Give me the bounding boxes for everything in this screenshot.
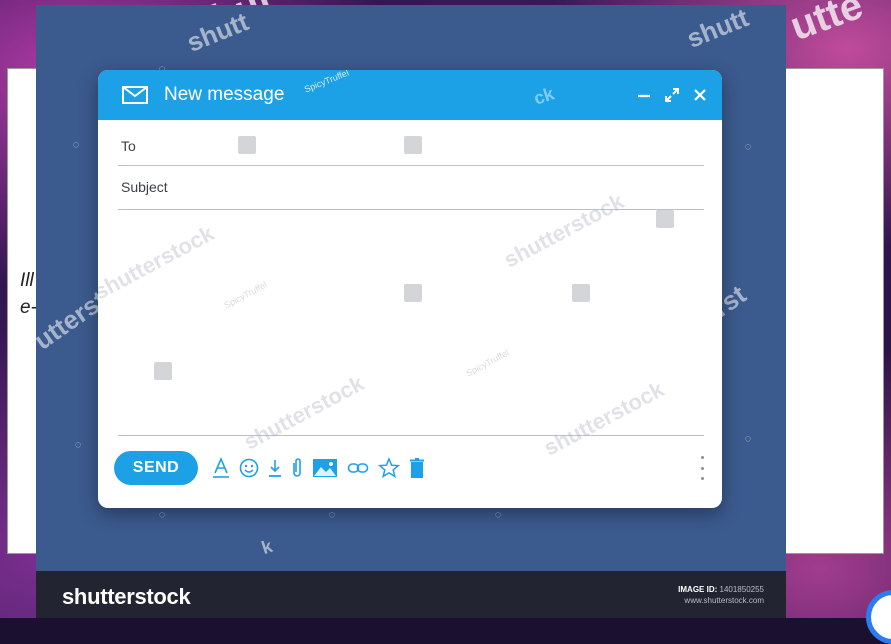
card-text-line: Ill <box>20 270 34 291</box>
image-id-value: 1401850255 <box>719 585 765 594</box>
watermark-thumb <box>404 284 422 302</box>
more-options-icon[interactable] <box>696 456 708 480</box>
attachment-icon[interactable] <box>291 456 303 480</box>
watermark-thumb <box>656 210 674 228</box>
message-body[interactable]: SpicyTruffel SpicyTruffel shutterstock s… <box>98 189 704 461</box>
link-icon[interactable] <box>347 456 369 480</box>
watermark-dot: ◌ <box>494 509 502 521</box>
watermark-thumb <box>572 284 590 302</box>
new-message-window: New message SpicyTruffel ck To Subject S… <box>98 70 722 508</box>
watermark-dot: ◌ <box>744 433 752 445</box>
compose-toolbar: SEND <box>114 450 708 486</box>
watermark-dot: ◌ <box>72 139 80 151</box>
stock-footer: shutterstock IMAGE ID: 1401850255 www.sh… <box>36 571 786 618</box>
download-icon[interactable] <box>268 456 282 480</box>
watermark-dot: ◌ <box>74 439 82 451</box>
expand-icon[interactable] <box>664 87 680 103</box>
watermark-thumb <box>238 136 256 154</box>
body-watermark: shutterstock <box>98 220 218 305</box>
watermark-dot: ◌ <box>158 509 166 521</box>
card-text: Ill e- <box>20 267 37 321</box>
image-id-label: IMAGE ID: <box>678 585 718 594</box>
panel-watermark: shutt <box>182 6 253 58</box>
site-url: www.shutterstock.com <box>684 596 764 605</box>
header-watermark: ck <box>531 83 557 109</box>
compose-title: New message <box>164 84 285 105</box>
text-format-icon[interactable] <box>212 456 230 480</box>
brand-logo: shutterstock <box>62 584 191 609</box>
close-icon[interactable] <box>692 87 708 103</box>
emoji-icon[interactable] <box>239 456 259 480</box>
subject-label: Subject <box>121 179 168 195</box>
watermark-dot: ◌ <box>328 509 336 521</box>
to-label: To <box>121 138 136 154</box>
panel-watermark: k <box>259 535 275 559</box>
envelope-icon <box>122 86 148 104</box>
watermark-thumb <box>404 136 422 154</box>
stock-image-panel: shutt shutt utterst tterst k ◌ ◌ ◌ ◌ ◌ ◌… <box>36 5 786 571</box>
panel-watermark: shutt <box>682 5 753 54</box>
card-text-line: e- <box>20 297 37 318</box>
author-tag: SpicyTruffel <box>222 279 269 311</box>
window-controls <box>636 70 708 120</box>
compose-header: New message SpicyTruffel ck <box>98 70 722 120</box>
body-watermark: shutterstock <box>239 370 368 455</box>
author-tag: SpicyTruffel <box>302 70 351 95</box>
image-id: IMAGE ID: 1401850255 www.shutterstock.co… <box>678 584 764 606</box>
star-icon[interactable] <box>378 456 400 480</box>
watermark-thumb <box>154 362 172 380</box>
watermark-dot: ◌ <box>744 141 752 153</box>
trash-icon[interactable] <box>409 456 425 480</box>
image-icon[interactable] <box>312 456 338 480</box>
send-button[interactable]: SEND <box>114 451 198 485</box>
body-watermark: shutterstock <box>539 376 668 461</box>
minimize-icon[interactable] <box>636 87 652 103</box>
author-tag: SpicyTruffel <box>464 347 511 379</box>
